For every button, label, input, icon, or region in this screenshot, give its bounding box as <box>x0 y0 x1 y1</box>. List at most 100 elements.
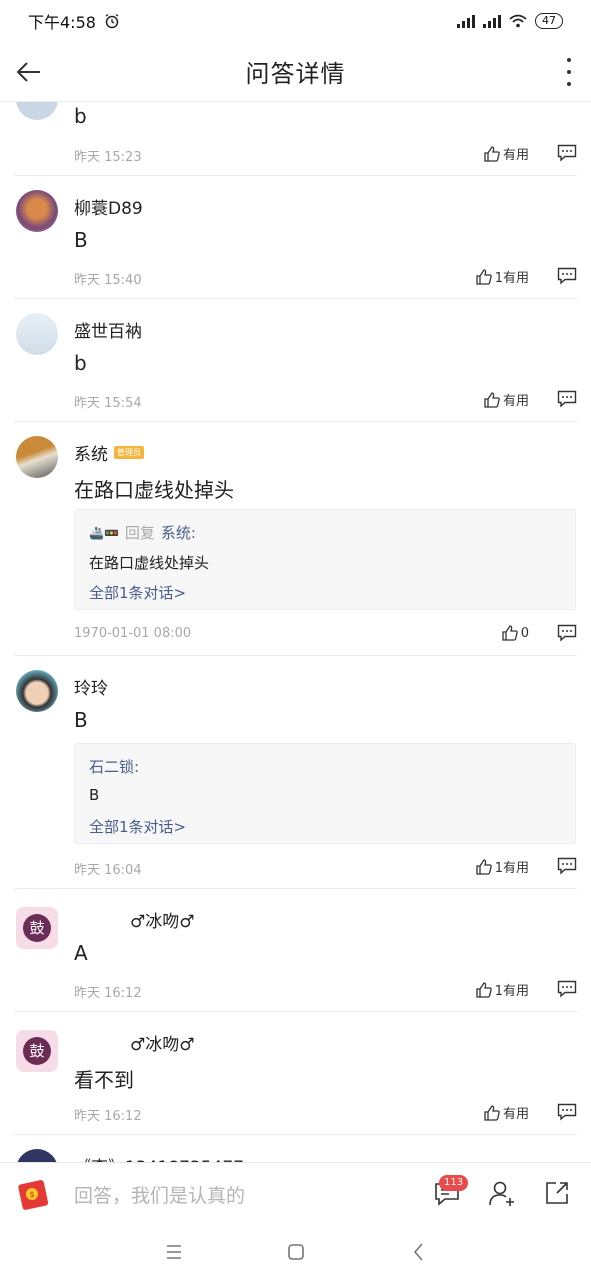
answer-item[interactable]: 《李》13418735477 <box>0 1135 591 1162</box>
reply-text: 在路口虚线处掉头 <box>89 554 210 572</box>
avatar[interactable] <box>16 1149 58 1162</box>
thumbs-up-icon <box>484 391 500 408</box>
thumbs-up-icon <box>476 858 492 875</box>
comment-icon[interactable] <box>557 390 577 408</box>
view-all-replies-link[interactable]: 全部1条对话> <box>89 582 186 603</box>
answer-content: A <box>74 941 88 965</box>
avatar-glyph-icon: 鼓 <box>23 914 51 942</box>
avatar[interactable] <box>16 313 58 355</box>
comment-icon[interactable] <box>557 624 577 642</box>
user-name-text: 《李》13418735477 <box>74 1153 244 1162</box>
avatar[interactable] <box>16 436 58 478</box>
answer-content: B <box>74 228 88 252</box>
comment-icon[interactable] <box>557 144 577 162</box>
signal-icon-2 <box>483 14 501 28</box>
thumbs-up-icon <box>484 145 500 162</box>
like-button[interactable]: 有用 <box>483 390 529 409</box>
answer-input[interactable]: 回答，我们是认真的 <box>74 1181 245 1208</box>
battery-icon: 47 <box>535 13 563 29</box>
user-name: 柳蓑D89 <box>74 194 143 219</box>
thumbs-up-icon <box>484 1104 500 1121</box>
like-count: 有用 <box>502 394 529 409</box>
answer-time: 昨天 15:54 <box>74 396 142 411</box>
user-name: ♂冰吻♂ <box>130 907 194 932</box>
avatar-glyph-icon: 鼓 <box>23 1037 51 1065</box>
like-count: 有用 <box>502 1107 529 1122</box>
like-button[interactable]: 1有用 <box>475 857 529 876</box>
thumbs-up-icon <box>476 981 492 998</box>
like-count: 有用 <box>502 148 529 163</box>
reply-box[interactable]: 石二锁: B 全部1条对话> <box>74 743 576 844</box>
reply-box[interactable]: 🚢🚥 回复 系统: 在路口虚线处掉头 全部1条对话> <box>74 509 576 610</box>
user-name-text: 柳蓑D89 <box>74 199 143 219</box>
user-name-text: ♂冰吻♂ <box>130 1035 195 1055</box>
answer-time: 昨天 15:40 <box>74 273 142 288</box>
avatar[interactable] <box>16 190 58 232</box>
answer-item[interactable]: 系统 管理员 在路口虚线处掉头 🚢🚥 回复 系统: 在路口虚线处掉头 全部1条对… <box>0 422 591 656</box>
answer-content: 在路口虚线处掉头 <box>74 478 234 502</box>
avatar[interactable] <box>16 102 58 120</box>
like-button[interactable]: 有用 <box>483 144 529 163</box>
comment-count-badge: 113 <box>439 1175 469 1191</box>
thumbs-up-icon <box>476 268 492 285</box>
emoji-icon: 🚢🚥 <box>89 525 119 540</box>
answer-content: b <box>74 351 87 375</box>
like-button[interactable]: 0 <box>501 624 529 642</box>
answer-item[interactable]: 玲玲 B 石二锁: B 全部1条对话> 昨天 16:04 1有用 <box>0 656 591 889</box>
answer-item[interactable]: 柳蓑D89 B 昨天 15:40 1有用 <box>0 176 591 299</box>
back-icon[interactable] <box>407 1240 431 1264</box>
avatar[interactable] <box>16 670 58 712</box>
menu-icon[interactable] <box>162 1240 186 1264</box>
red-envelope-icon[interactable]: $ <box>16 1177 50 1211</box>
header: 问答详情 <box>0 42 591 102</box>
avatar[interactable]: 鼓 <box>16 907 58 949</box>
comment-icon[interactable] <box>557 980 577 998</box>
user-name: 盛世百衲 <box>74 317 142 342</box>
signal-icon <box>457 14 475 28</box>
answer-time: 昨天 16:04 <box>74 863 142 878</box>
like-count: 1有用 <box>494 984 529 999</box>
user-name: 玲玲 <box>74 674 108 699</box>
more-menu-icon[interactable] <box>565 58 573 86</box>
status-time: 下午4:58 <box>28 13 96 32</box>
share-icon[interactable] <box>543 1179 571 1207</box>
thumbs-up-icon <box>502 625 518 641</box>
comment-icon[interactable] <box>557 857 577 875</box>
admin-badge: 管理员 <box>114 446 144 459</box>
back-arrow-icon[interactable] <box>14 57 44 87</box>
user-name-text: 玲玲 <box>74 679 108 699</box>
reply-user[interactable]: 系统: <box>161 522 196 543</box>
answer-item[interactable]: 鼓 ♂冰吻♂ A 昨天 16:12 1有用 <box>0 889 591 1012</box>
user-name: ♂冰吻♂ <box>130 1030 194 1055</box>
reply-prefix: 回复 <box>124 524 155 542</box>
answer-item[interactable]: b 昨天 15:23 有用 <box>0 102 591 176</box>
answer-list: b 昨天 15:23 有用 柳蓑D89 B 昨天 15:40 1有用 盛世百衲 … <box>0 102 591 1162</box>
alarm-icon <box>105 13 119 29</box>
reply-header: 石二锁: <box>89 756 139 777</box>
comment-icon[interactable] <box>557 267 577 285</box>
like-button[interactable]: 1有用 <box>475 980 529 999</box>
answer-item[interactable]: 鼓 ♂冰吻♂ 看不到 昨天 16:12 有用 <box>0 1012 591 1135</box>
like-count: 1有用 <box>494 861 529 876</box>
invite-user-icon[interactable] <box>488 1179 516 1207</box>
answer-time: 昨天 15:23 <box>74 150 142 165</box>
comment-icon[interactable] <box>557 1103 577 1121</box>
like-button[interactable]: 1有用 <box>475 267 529 286</box>
wifi-icon <box>509 14 527 28</box>
like-count: 0 <box>520 625 529 641</box>
user-name: 《李》13418735477 <box>74 1153 244 1162</box>
view-all-replies-link[interactable]: 全部1条对话> <box>89 816 186 837</box>
reply-text: B <box>89 786 100 804</box>
answer-content: 看不到 <box>74 1068 134 1092</box>
user-name-text: 盛世百衲 <box>74 322 142 342</box>
home-icon[interactable] <box>284 1240 308 1264</box>
reply-user[interactable]: 石二锁: <box>89 756 139 777</box>
avatar[interactable]: 鼓 <box>16 1030 58 1072</box>
answer-time: 1970-01-01 08:00 <box>74 626 192 641</box>
like-button[interactable]: 有用 <box>483 1103 529 1122</box>
answer-item[interactable]: 盛世百衲 b 昨天 15:54 有用 <box>0 299 591 422</box>
status-bar: 下午4:58 47 <box>0 0 591 42</box>
user-name-text: 系统 <box>74 445 108 465</box>
user-name-text: ♂冰吻♂ <box>130 912 195 932</box>
page-title: 问答详情 <box>245 60 346 88</box>
